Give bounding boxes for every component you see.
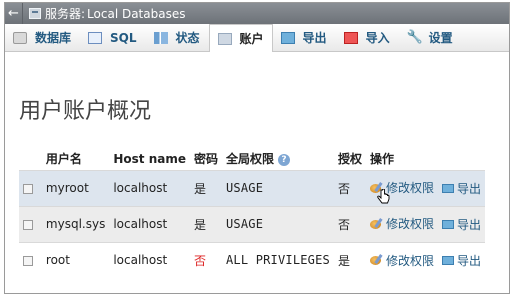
user-accounts-table: 用户名 Host name 密码 全局权限? 授权 操作 myroot loca…: [19, 148, 485, 278]
top-menu-tabs: 数据库 SQL 状态 账户 导出 导入 🔧 设置: [5, 24, 509, 52]
tab-label: SQL: [110, 30, 137, 45]
header-global-privileges: 全局权限?: [222, 148, 334, 170]
cell-host: localhost: [109, 241, 190, 278]
edit-privileges-label: 修改权限: [385, 217, 434, 232]
tab-status[interactable]: 状态: [146, 24, 209, 51]
tab-accounts[interactable]: 账户: [208, 24, 273, 52]
header-global-privileges-label: 全局权限: [226, 152, 275, 167]
row-checkbox[interactable]: [23, 219, 33, 230]
header-hostname[interactable]: Host name: [109, 148, 190, 170]
cell-privileges: ALL PRIVILEGES: [222, 241, 334, 278]
sql-icon: [88, 31, 103, 44]
row-checkbox-cell: [19, 205, 42, 242]
export-label: 导出: [456, 217, 481, 232]
help-icon[interactable]: ?: [278, 153, 291, 166]
server-icon: [29, 8, 41, 19]
header-password[interactable]: 密码: [190, 148, 222, 170]
cell-export: 导出: [437, 241, 485, 278]
export-link[interactable]: 导出: [441, 252, 481, 269]
cell-export: 导出: [437, 169, 485, 206]
tab-label: 数据库: [35, 31, 72, 45]
edit-privileges-icon: [369, 254, 383, 266]
cell-grant: 否: [333, 169, 366, 206]
export-icon: [280, 31, 295, 44]
table-row: mysql.sys localhost 是 USAGE 否 修改权限 导出: [19, 205, 485, 242]
table-header-row: 用户名 Host name 密码 全局权限? 授权 操作: [19, 148, 485, 170]
row-checkbox[interactable]: [23, 255, 33, 266]
cell-username: root: [41, 241, 110, 278]
cell-edit: 修改权限: [365, 241, 438, 278]
table-row: myroot localhost 是 USAGE 否 修改权限 导出: [19, 169, 485, 206]
tab-sql[interactable]: SQL: [80, 24, 146, 51]
back-arrow-icon[interactable]: ←: [5, 3, 23, 24]
tab-label: 导出: [302, 31, 327, 45]
cell-privileges: USAGE: [222, 169, 334, 206]
tab-databases[interactable]: 数据库: [5, 24, 80, 51]
export-icon: [441, 183, 454, 193]
edit-privileges-label: 修改权限: [385, 253, 434, 268]
cell-grant: 否: [333, 205, 366, 242]
cell-edit: 修改权限: [365, 205, 438, 242]
breadcrumb-server-name[interactable]: Local Databases: [87, 7, 185, 21]
edit-privileges-label: 修改权限: [385, 181, 434, 196]
edit-privileges-link[interactable]: 修改权限: [369, 215, 434, 232]
cell-username: myroot: [41, 169, 110, 206]
row-checkbox-cell: [19, 169, 42, 206]
header-checkbox-col: [19, 148, 42, 170]
export-link[interactable]: 导出: [441, 180, 481, 197]
header-action: 操作: [369, 152, 394, 167]
cell-host: localhost: [109, 205, 190, 242]
accounts-icon: [217, 32, 232, 45]
cell-grant: 是: [333, 241, 366, 278]
export-label: 导出: [456, 181, 481, 196]
tab-label: 导入: [365, 31, 390, 45]
tab-import[interactable]: 导入: [336, 24, 399, 51]
cell-password: 否: [189, 241, 222, 278]
tab-label: 设置: [428, 31, 453, 45]
cell-privileges: USAGE: [222, 205, 334, 242]
export-icon: [441, 255, 454, 265]
export-link[interactable]: 导出: [441, 216, 481, 233]
edit-privileges-link[interactable]: 修改权限: [369, 252, 434, 269]
breadcrumb-server-label: 服务器:: [45, 7, 86, 21]
tab-label: 账户: [239, 32, 264, 46]
tab-label: 状态: [175, 31, 200, 45]
cell-password: 是: [189, 205, 222, 242]
export-label: 导出: [456, 253, 481, 268]
status-icon: [153, 31, 168, 44]
header-grant: 授权: [337, 152, 362, 167]
header-username[interactable]: 用户名: [42, 148, 109, 170]
database-icon: [13, 31, 27, 44]
row-checkbox-cell: [19, 241, 42, 278]
hand-cursor-icon: [377, 189, 390, 204]
edit-privileges-icon: [369, 218, 383, 230]
cell-export: 导出: [437, 205, 485, 242]
tab-export[interactable]: 导出: [273, 24, 336, 51]
breadcrumb-bar: ← 服务器: Local Databases: [5, 3, 509, 24]
page-title: 用户账户概况: [19, 99, 152, 124]
phpmyadmin-window: ← 服务器: Local Databases 数据库 SQL 状态 账户 导出 …: [4, 2, 510, 294]
table-row: root localhost 否 ALL PRIVILEGES 是 修改权限 导…: [19, 241, 485, 278]
cell-host: localhost: [109, 169, 190, 206]
tab-settings[interactable]: 🔧 设置: [399, 24, 462, 51]
wrench-icon: 🔧: [406, 29, 423, 45]
cell-password: 是: [189, 169, 222, 206]
export-icon: [441, 219, 454, 229]
import-icon: [343, 31, 358, 44]
cell-username: mysql.sys: [41, 205, 110, 242]
row-checkbox[interactable]: [23, 183, 33, 194]
